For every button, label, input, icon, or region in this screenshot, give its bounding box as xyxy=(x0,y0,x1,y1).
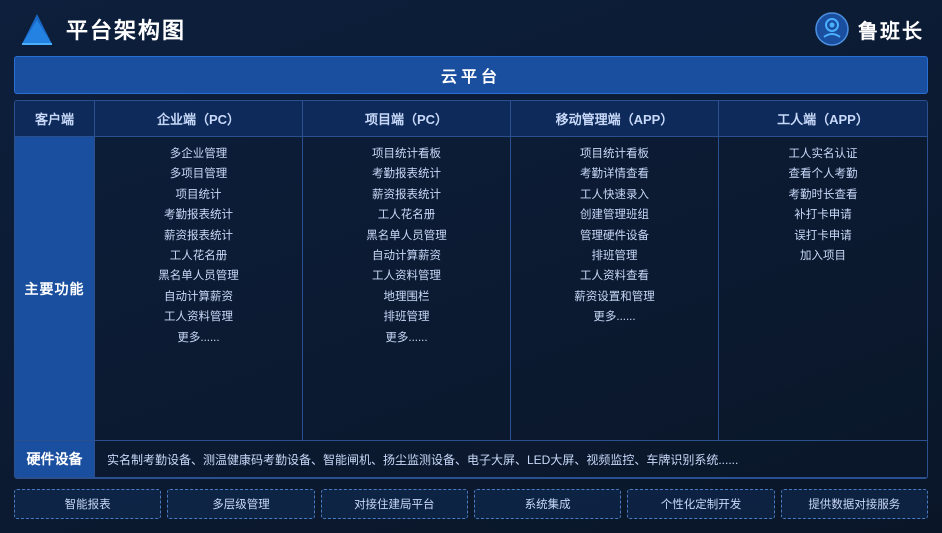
page-container: 平台架构图 鲁班长 云平台 客户端 企业端（PC） 项目端（PC） 移动管理端（… xyxy=(0,0,942,533)
col-header-enterprise: 企业端（PC） xyxy=(95,101,303,136)
list-item: 薪资设置和管理 xyxy=(517,288,712,306)
logo-icon xyxy=(18,10,56,48)
list-item: 黑名单人员管理 xyxy=(309,227,504,245)
cloud-banner: 云平台 xyxy=(14,56,928,94)
list-item: 更多...... xyxy=(309,329,504,347)
list-item: 工人资料管理 xyxy=(309,267,504,285)
list-item: 自动计算薪资 xyxy=(309,247,504,265)
list-item: 工人花名册 xyxy=(309,206,504,224)
list-item: 补打卡申请 xyxy=(725,206,921,224)
col-header-project: 项目端（PC） xyxy=(303,101,511,136)
list-item: 管理硬件设备 xyxy=(517,227,712,245)
hardware-label: 硬件设备 xyxy=(15,441,95,477)
col-header-client: 客户端 xyxy=(15,101,95,136)
list-item: 薪资报表统计 xyxy=(309,186,504,204)
list-item: 工人资料查看 xyxy=(517,267,712,285)
list-item: 加入项目 xyxy=(725,247,921,265)
brand-icon xyxy=(814,11,850,47)
list-item: 项目统计 xyxy=(101,186,296,204)
list-item: 地理围栏 xyxy=(309,288,504,306)
project-features: 项目统计看板 考勤报表统计 薪资报表统计 工人花名册 黑名单人员管理 自动计算薪… xyxy=(303,137,511,440)
list-item: 更多...... xyxy=(517,308,712,326)
list-item: 黑名单人员管理 xyxy=(101,267,296,285)
tag-smart-report: 智能报表 xyxy=(14,489,161,519)
mobile-features: 项目统计看板 考勤详情查看 工人快速录入 创建管理班组 管理硬件设备 排班管理 … xyxy=(511,137,719,440)
tag-connect-bureau: 对接住建局平台 xyxy=(321,489,468,519)
list-item: 自动计算薪资 xyxy=(101,288,296,306)
col-headers: 客户端 企业端（PC） 项目端（PC） 移动管理端（APP） 工人端（APP） xyxy=(15,101,927,137)
list-item: 考勤详情查看 xyxy=(517,165,712,183)
list-item: 工人花名册 xyxy=(101,247,296,265)
brand-name: 鲁班长 xyxy=(858,15,924,44)
list-item: 工人快速录入 xyxy=(517,186,712,204)
list-item: 多企业管理 xyxy=(101,145,296,163)
hardware-row: 硬件设备 实名制考勤设备、测温健康码考勤设备、智能闸机、扬尘监测设备、电子大屏、… xyxy=(15,441,927,478)
col-header-worker: 工人端（APP） xyxy=(719,101,927,136)
list-item: 项目统计看板 xyxy=(309,145,504,163)
header: 平台架构图 鲁班长 xyxy=(14,10,928,48)
list-item: 考勤报表统计 xyxy=(101,206,296,224)
col-header-mobile: 移动管理端（APP） xyxy=(511,101,719,136)
list-item: 工人资料管理 xyxy=(101,308,296,326)
list-item: 误打卡申请 xyxy=(725,227,921,245)
list-item: 更多...... xyxy=(101,329,296,347)
header-left: 平台架构图 xyxy=(18,10,186,48)
brand-logo: 鲁班长 xyxy=(814,11,924,47)
worker-features: 工人实名认证 查看个人考勤 考勤时长查看 补打卡申请 误打卡申请 加入项目 xyxy=(719,137,927,440)
hardware-content: 实名制考勤设备、测温健康码考勤设备、智能闸机、扬尘监测设备、电子大屏、LED大屏… xyxy=(95,441,927,477)
list-item: 查看个人考勤 xyxy=(725,165,921,183)
list-item: 多项目管理 xyxy=(101,165,296,183)
list-item: 考勤报表统计 xyxy=(309,165,504,183)
tags-row: 智能报表 多层级管理 对接住建局平台 系统集成 个性化定制开发 提供数据对接服务 xyxy=(14,485,928,523)
tag-multilevel: 多层级管理 xyxy=(167,489,314,519)
list-item: 工人实名认证 xyxy=(725,145,921,163)
list-item: 薪资报表统计 xyxy=(101,227,296,245)
tag-data-service: 提供数据对接服务 xyxy=(781,489,928,519)
list-item: 项目统计看板 xyxy=(517,145,712,163)
list-item: 排班管理 xyxy=(517,247,712,265)
features-row: 主要功能 多企业管理 多项目管理 项目统计 考勤报表统计 薪资报表统计 工人花名… xyxy=(15,137,927,441)
page-title: 平台架构图 xyxy=(66,13,186,45)
main-function-label: 主要功能 xyxy=(15,137,95,440)
list-item: 创建管理班组 xyxy=(517,206,712,224)
list-item: 考勤时长查看 xyxy=(725,186,921,204)
tag-custom-dev: 个性化定制开发 xyxy=(627,489,774,519)
main-table: 客户端 企业端（PC） 项目端（PC） 移动管理端（APP） 工人端（APP） … xyxy=(14,100,928,479)
tag-system-integration: 系统集成 xyxy=(474,489,621,519)
list-item: 排班管理 xyxy=(309,308,504,326)
enterprise-features: 多企业管理 多项目管理 项目统计 考勤报表统计 薪资报表统计 工人花名册 黑名单… xyxy=(95,137,303,440)
